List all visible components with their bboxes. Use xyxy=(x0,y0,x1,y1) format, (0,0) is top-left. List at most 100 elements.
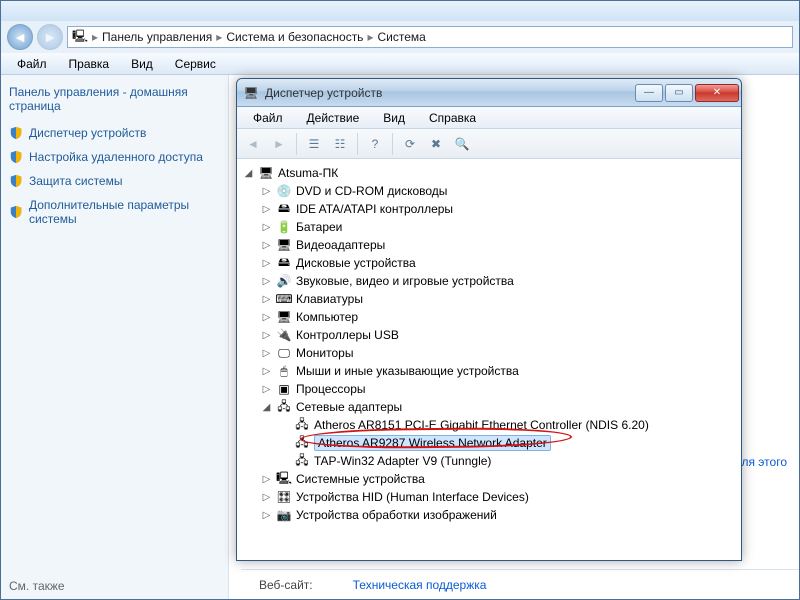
sidebar-item-label: Дополнительные параметры системы xyxy=(29,198,220,226)
sidebar-see-also: См. также xyxy=(9,579,65,593)
tree-category[interactable]: ▷🎛Устройства HID (Human Interface Device… xyxy=(261,488,735,506)
tree-root[interactable]: ◢ 🖥 Atsuma-ПК xyxy=(243,164,735,182)
breadcrumb-item[interactable]: Система xyxy=(377,30,425,44)
category-icon: ▣ xyxy=(276,381,292,397)
tree-category[interactable]: ▷🖥Видеоадаптеры xyxy=(261,236,735,254)
menu-edit[interactable]: Правка xyxy=(61,55,118,73)
tree-category-label: Клавиатуры xyxy=(296,292,363,306)
toolbar-separator xyxy=(296,133,297,155)
minimize-button[interactable]: — xyxy=(635,84,663,102)
sidebar-item-protection[interactable]: Защита системы xyxy=(9,174,220,188)
explorer-menubar: Файл Правка Вид Сервис xyxy=(1,53,799,75)
tree-category[interactable]: ▷ 📷 Устройства обработки изображений xyxy=(261,506,735,524)
status-link[interactable]: Техническая поддержка xyxy=(353,578,487,592)
category-icon: 🖥 xyxy=(276,237,292,253)
tree-root-label: Atsuma-ПК xyxy=(278,166,338,180)
control-panel-sidebar: Панель управления - домашняя страница Ди… xyxy=(1,75,229,599)
sidebar-item-device-manager[interactable]: Диспетчер устройств xyxy=(9,126,220,140)
breadcrumb[interactable]: 🖳 ▸ Панель управления ▸ Система и безопа… xyxy=(67,26,793,48)
expand-icon[interactable]: ▷ xyxy=(261,276,272,287)
toolbar-back-icon[interactable]: ◄ xyxy=(241,132,265,156)
tree-category[interactable]: ▷🖴Дисковые устройства xyxy=(261,254,735,272)
maximize-button[interactable]: ▭ xyxy=(665,84,693,102)
tree-category-label: Устройства обработки изображений xyxy=(296,508,497,522)
nav-forward-button[interactable]: ► xyxy=(37,24,63,50)
tree-device-label: Atheros AR9287 Wireless Network Adapter xyxy=(314,435,551,451)
tree-category[interactable]: ▷🖴IDE ATA/ATAPI контроллеры xyxy=(261,200,735,218)
expand-icon[interactable]: ▷ xyxy=(261,510,272,521)
expand-icon[interactable]: ▷ xyxy=(261,204,272,215)
toolbar-uninstall-icon[interactable]: ✖ xyxy=(424,132,448,156)
collapse-icon[interactable]: ◢ xyxy=(261,402,272,413)
device-tree[interactable]: ◢ 🖥 Atsuma-ПК ▷💿DVD и CD-ROM дисководы▷🖴… xyxy=(237,159,741,560)
sidebar-item-remote[interactable]: Настройка удаленного доступа xyxy=(9,150,220,164)
tree-category-label: Батареи xyxy=(296,220,342,234)
tree-category[interactable]: ▷💿DVD и CD-ROM дисководы xyxy=(261,182,735,200)
expand-icon[interactable]: ▷ xyxy=(261,222,272,233)
tree-category-label: Системные устройства xyxy=(296,472,425,486)
tree-category[interactable]: ◢🖧Сетевые адаптеры xyxy=(261,398,735,416)
sidebar-item-advanced[interactable]: Дополнительные параметры системы xyxy=(9,198,220,226)
menu-help[interactable]: Справка xyxy=(419,109,486,127)
expand-icon[interactable]: ▷ xyxy=(261,474,272,485)
expand-icon[interactable]: ▷ xyxy=(261,240,272,251)
tree-category[interactable]: ▷ 🖳 Системные устройства xyxy=(261,470,735,488)
tree-category[interactable]: ▷🔌Контроллеры USB xyxy=(261,326,735,344)
nav-back-button[interactable]: ◄ xyxy=(7,24,33,50)
expand-icon[interactable]: ▷ xyxy=(261,348,272,359)
category-icon: 🎛 xyxy=(276,489,292,505)
tree-category[interactable]: ▷🔋Батареи xyxy=(261,218,735,236)
chevron-right-icon: ▸ xyxy=(216,30,222,44)
device-manager-icon: 🖥 xyxy=(243,85,259,101)
toolbar-view-icon[interactable]: ☰ xyxy=(302,132,326,156)
tree-category-label: Мониторы xyxy=(296,346,353,360)
breadcrumb-item[interactable]: Система и безопасность xyxy=(226,30,363,44)
tree-device[interactable]: 🖧Atheros AR8151 PCI-E Gigabit Ethernet C… xyxy=(279,416,735,434)
menu-action[interactable]: Действие xyxy=(297,109,370,127)
category-icon: 🔊 xyxy=(276,273,292,289)
tree-device[interactable]: 🖧Atheros AR9287 Wireless Network Adapter xyxy=(279,434,735,452)
category-icon: 📷 xyxy=(276,507,292,523)
tree-category[interactable]: ▷▣Процессоры xyxy=(261,380,735,398)
tree-category-label: Компьютер xyxy=(296,310,358,324)
tree-category[interactable]: ▷🖵Мониторы xyxy=(261,344,735,362)
expand-icon[interactable]: ▷ xyxy=(261,330,272,341)
expand-icon[interactable]: ▷ xyxy=(261,492,272,503)
category-icon: 💿 xyxy=(276,183,292,199)
expand-icon[interactable]: ▷ xyxy=(261,366,272,377)
expand-icon[interactable]: ▷ xyxy=(261,258,272,269)
shield-icon xyxy=(9,150,23,164)
toolbar-separator xyxy=(357,133,358,155)
collapse-icon[interactable]: ◢ xyxy=(243,168,254,179)
network-adapter-icon: 🖧 xyxy=(294,453,310,469)
menu-view[interactable]: Вид xyxy=(373,109,415,127)
category-icon: 🖳 xyxy=(276,471,292,487)
tree-category[interactable]: ▷🖥Компьютер xyxy=(261,308,735,326)
menu-file[interactable]: Файл xyxy=(243,109,293,127)
toolbar-forward-icon[interactable]: ► xyxy=(267,132,291,156)
menu-view[interactable]: Вид xyxy=(123,55,161,73)
menu-tools[interactable]: Сервис xyxy=(167,55,224,73)
tree-category[interactable]: ▷🖱Мыши и иные указывающие устройства xyxy=(261,362,735,380)
tree-category-label: Мыши и иные указывающие устройства xyxy=(296,364,519,378)
expand-icon[interactable]: ▷ xyxy=(261,384,272,395)
category-icon: ⌨ xyxy=(276,291,292,307)
toolbar-show-hidden-icon[interactable]: ☷ xyxy=(328,132,352,156)
tree-device[interactable]: 🖧TAP-Win32 Adapter V9 (Tunngle) xyxy=(279,452,735,470)
toolbar-help-icon[interactable]: ? xyxy=(363,132,387,156)
tree-category[interactable]: ▷🔊Звуковые, видео и игровые устройства xyxy=(261,272,735,290)
close-button[interactable]: ✕ xyxy=(695,84,739,102)
titlebar[interactable]: 🖥 Диспетчер устройств — ▭ ✕ xyxy=(237,79,741,107)
expand-icon[interactable]: ▷ xyxy=(261,186,272,197)
tree-category[interactable]: ▷ ⌨ Клавиатуры xyxy=(261,290,735,308)
tree-category-label: IDE ATA/ATAPI контроллеры xyxy=(296,202,453,216)
toolbar-update-driver-icon[interactable]: ⟳ xyxy=(398,132,422,156)
toolbar-scan-icon[interactable]: 🔍 xyxy=(450,132,474,156)
menu-file[interactable]: Файл xyxy=(9,55,55,73)
breadcrumb-item[interactable]: Панель управления xyxy=(102,30,212,44)
expand-icon[interactable]: ▷ xyxy=(261,294,272,305)
status-strip: Веб-сайт: Техническая поддержка xyxy=(241,569,799,599)
window-title: 🖥 Диспетчер устройств xyxy=(243,85,633,101)
explorer-navbar: ◄ ► 🖳 ▸ Панель управления ▸ Система и бе… xyxy=(1,21,799,53)
expand-icon[interactable]: ▷ xyxy=(261,312,272,323)
